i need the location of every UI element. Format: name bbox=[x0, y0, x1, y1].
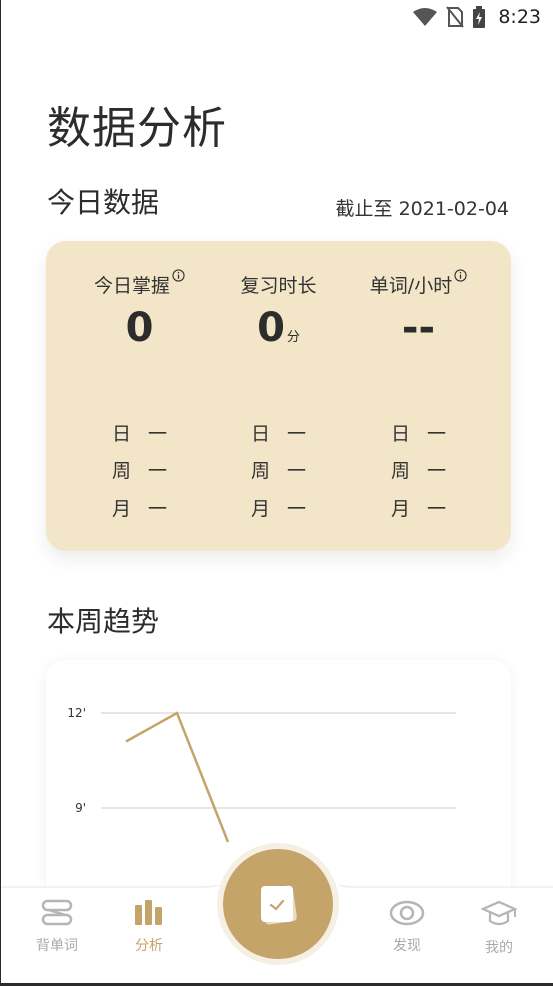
row-value: 一 bbox=[287, 423, 307, 445]
nav-label: 我的 bbox=[485, 940, 513, 956]
row-value: 一 bbox=[148, 423, 168, 445]
status-bar: 8:23 bbox=[1, 0, 553, 38]
stat-row-week: 周一 bbox=[251, 456, 321, 483]
stat-row-week: 周一 bbox=[391, 456, 461, 483]
stat-value: 0分 bbox=[201, 305, 356, 351]
stat-row-week: 周一 bbox=[112, 456, 182, 483]
page-title: 数据分析 bbox=[47, 103, 227, 154]
row-key: 日 bbox=[391, 423, 411, 445]
wifi-icon bbox=[413, 8, 438, 26]
trend-series-line bbox=[125, 711, 230, 843]
y-tick-label: 12' bbox=[67, 706, 86, 720]
info-icon[interactable] bbox=[454, 269, 467, 282]
date-label: 截止至 2021-02-04 bbox=[335, 198, 509, 220]
week-section-title: 本周趋势 bbox=[47, 605, 160, 638]
row-value: 一 bbox=[427, 498, 447, 520]
row-key: 月 bbox=[391, 498, 411, 520]
status-time: 8:23 bbox=[498, 6, 541, 28]
y-tick-label: 9' bbox=[75, 801, 86, 815]
graduation-cap-icon bbox=[480, 900, 518, 926]
eye-icon bbox=[389, 900, 425, 926]
stat-label-text: 单词/小时 bbox=[369, 275, 453, 297]
app-screen: 8:23 数据分析 今日数据 截止至 2021-02-04 今日掌握 0 日一 … bbox=[0, 0, 553, 986]
nav-item-study[interactable]: 背单词 bbox=[17, 899, 97, 955]
stat-row-day: 日一 bbox=[251, 419, 321, 446]
stat-row-day: 日一 bbox=[112, 419, 182, 446]
nav-item-profile[interactable]: 我的 bbox=[459, 899, 539, 957]
stat-value-text: -- bbox=[401, 305, 436, 351]
stat-label: 今日掌握 bbox=[62, 269, 217, 298]
row-value: 一 bbox=[287, 460, 307, 482]
row-key: 日 bbox=[112, 423, 132, 445]
checkin-fab-button[interactable] bbox=[223, 849, 333, 959]
status-icons: 8:23 bbox=[412, 6, 541, 28]
row-key: 月 bbox=[112, 498, 132, 520]
stat-label-text: 今日掌握 bbox=[93, 275, 170, 297]
stat-value: 0 bbox=[62, 305, 217, 351]
row-key: 月 bbox=[251, 498, 271, 520]
stat-value-text: 0 bbox=[125, 305, 154, 351]
stat-row-month: 月一 bbox=[391, 494, 461, 521]
stat-unit: 分 bbox=[286, 330, 300, 345]
stat-label: 复习时长 bbox=[201, 271, 356, 298]
today-stats-card: 今日掌握 0 日一 周一 月一 复习时长 0分 日一 周一 月一 单词/小时 -… bbox=[46, 241, 511, 551]
row-key: 周 bbox=[251, 460, 271, 482]
stat-value: -- bbox=[341, 305, 496, 351]
row-value: 一 bbox=[427, 460, 447, 482]
row-value: 一 bbox=[148, 460, 168, 482]
stat-row-month: 月一 bbox=[112, 494, 182, 521]
row-key: 周 bbox=[391, 460, 411, 482]
stat-label: 单词/小时 bbox=[341, 269, 496, 298]
cards-icon bbox=[41, 899, 73, 926]
stat-label-text: 复习时长 bbox=[240, 275, 317, 297]
stat-row-day: 日一 bbox=[391, 419, 461, 446]
row-key: 周 bbox=[112, 460, 132, 482]
checkin-card-icon bbox=[261, 885, 297, 925]
stat-row-month: 月一 bbox=[251, 494, 321, 521]
row-value: 一 bbox=[148, 498, 168, 520]
row-key: 日 bbox=[251, 423, 271, 445]
bar-chart-icon bbox=[135, 900, 162, 925]
no-sim-icon bbox=[446, 6, 465, 28]
info-icon[interactable] bbox=[172, 269, 185, 282]
nav-label: 背单词 bbox=[36, 938, 78, 954]
stat-value-text: 0 bbox=[257, 305, 285, 351]
nav-label: 发现 bbox=[393, 938, 421, 954]
nav-item-analysis[interactable]: 分析 bbox=[109, 899, 189, 955]
row-value: 一 bbox=[427, 423, 447, 445]
today-section-title: 今日数据 bbox=[47, 186, 160, 219]
battery-charging-icon bbox=[473, 6, 486, 28]
nav-label: 分析 bbox=[135, 938, 163, 954]
nav-item-discover[interactable]: 发现 bbox=[367, 899, 447, 955]
row-value: 一 bbox=[287, 498, 307, 520]
